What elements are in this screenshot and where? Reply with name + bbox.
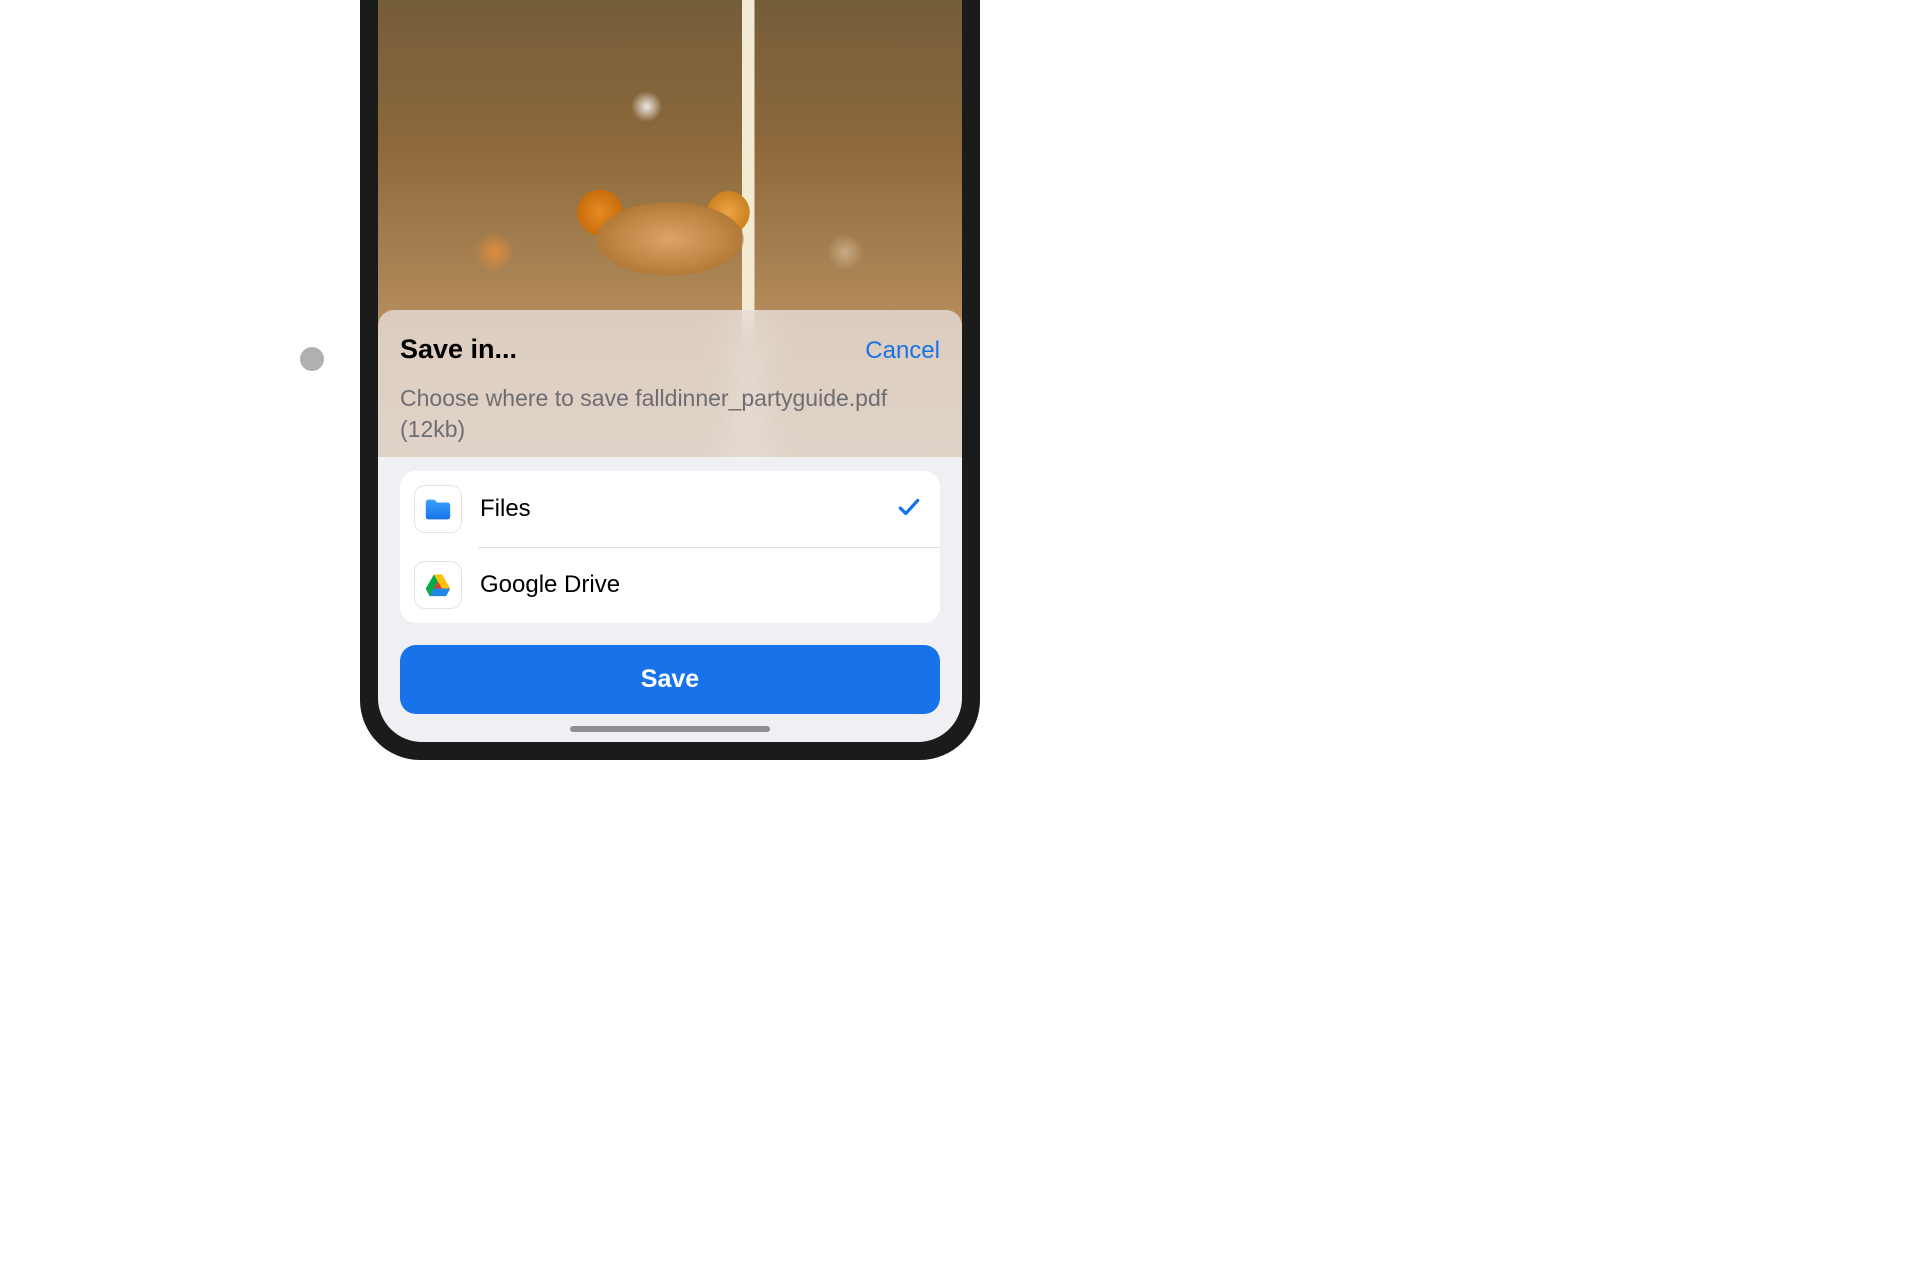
checkmark-icon	[896, 494, 922, 525]
google-drive-icon	[414, 561, 462, 609]
save-option-label: Files	[480, 495, 878, 523]
save-location-card: Files	[400, 471, 940, 623]
device-screen: 23 Save in... Cancel Choose where to sav…	[378, 0, 962, 742]
mockup-side-dot	[300, 347, 324, 371]
cancel-button[interactable]: Cancel	[865, 337, 940, 365]
save-option-files[interactable]: Files	[400, 471, 940, 547]
save-option-label: Google Drive	[480, 571, 922, 599]
device-frame: 23 Save in... Cancel Choose where to sav…	[360, 0, 980, 760]
sheet-title: Save in...	[400, 334, 517, 365]
save-button[interactable]: Save	[400, 645, 940, 714]
sheet-header: Save in... Cancel	[400, 334, 940, 365]
save-in-sheet: Save in... Cancel Choose where to save f…	[378, 310, 962, 742]
home-indicator	[570, 726, 770, 732]
sheet-subtitle: Choose where to save falldinner_partygui…	[400, 383, 940, 445]
files-folder-icon	[414, 485, 462, 533]
save-option-google-drive[interactable]: Google Drive	[400, 547, 940, 623]
